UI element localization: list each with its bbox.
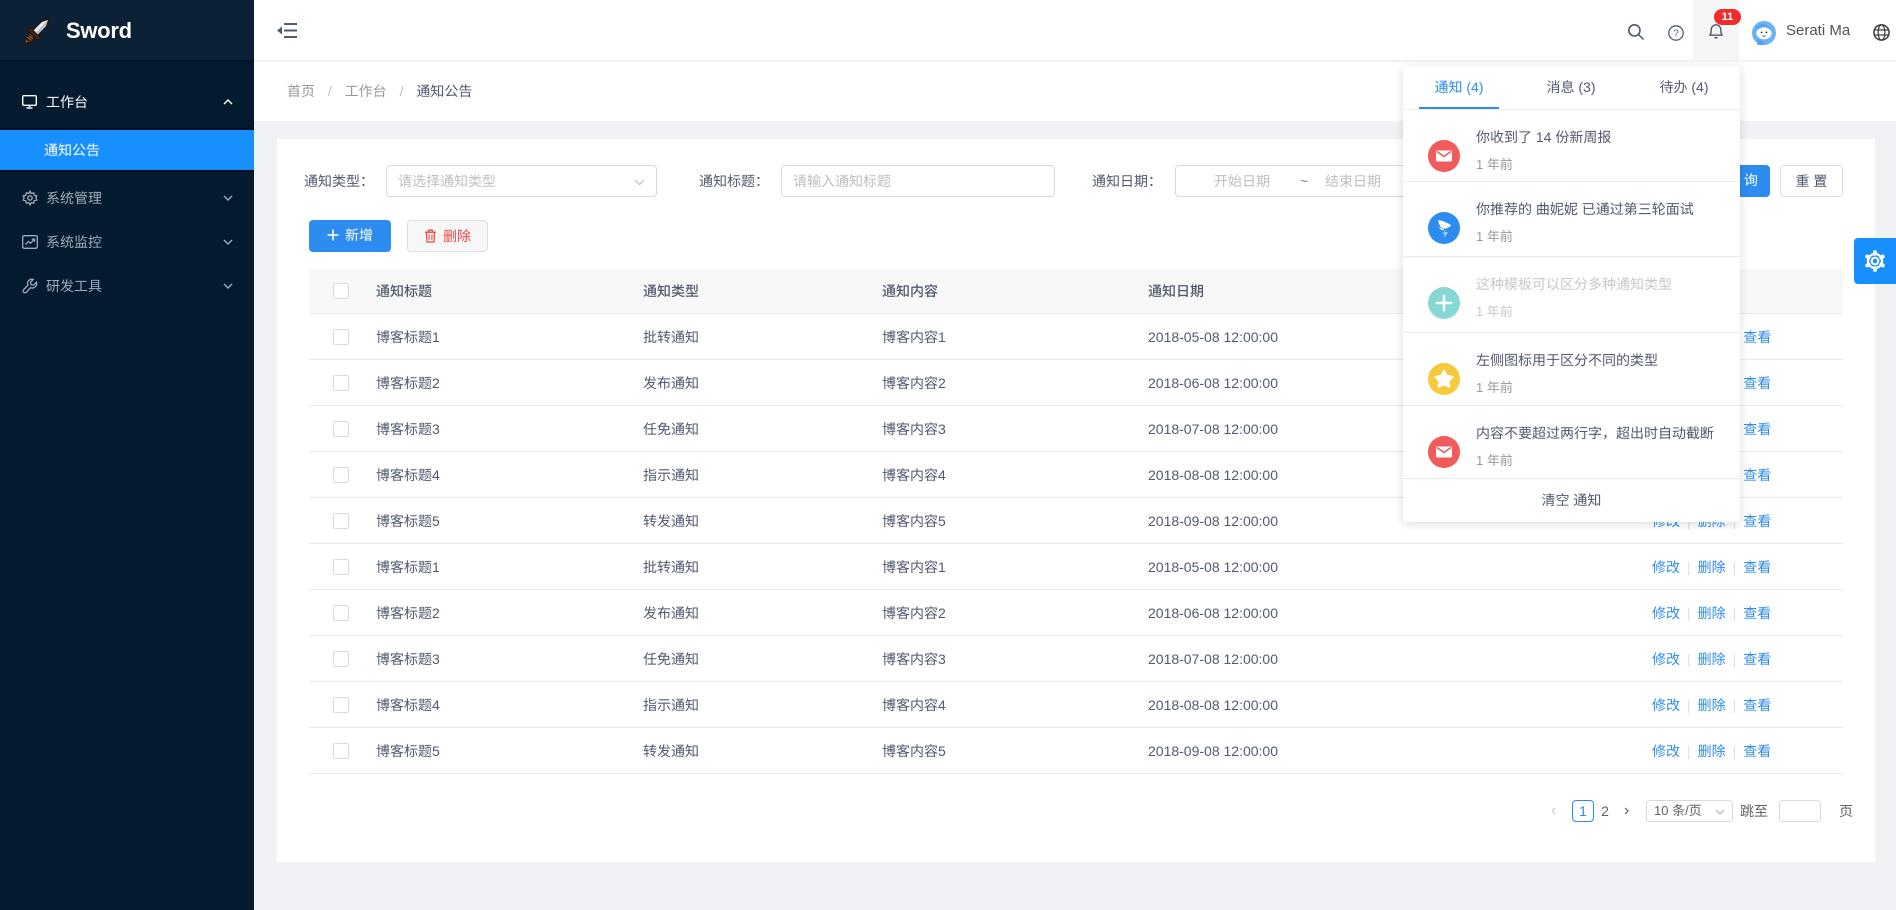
svg-text:?: ? [1673, 29, 1679, 40]
